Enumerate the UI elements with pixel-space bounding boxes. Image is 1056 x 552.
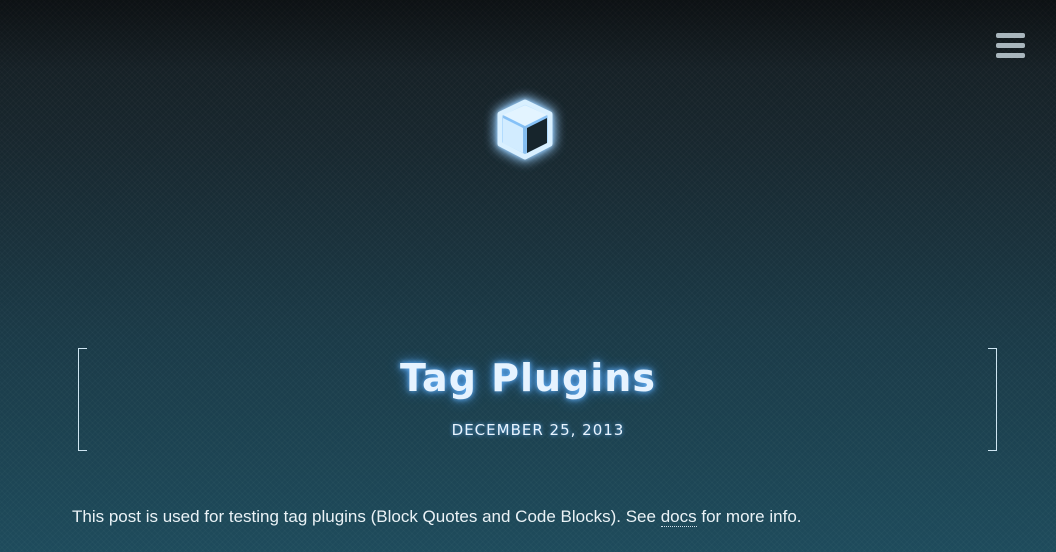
post-intro-text: This post is used for testing tag plugin…: [72, 507, 661, 526]
post-title: Tag Plugins: [400, 356, 656, 400]
header-shade: [0, 0, 1056, 70]
docs-link[interactable]: docs: [660, 507, 697, 527]
post-intro-text-end: for more info.: [696, 507, 802, 526]
hamburger-menu-icon: [996, 33, 1028, 58]
site-logo[interactable]: [492, 96, 558, 162]
post-date: DECEMBER 25, 2013: [451, 421, 625, 439]
post-intro: This post is used for testing tag plugin…: [72, 507, 802, 527]
cube-icon: [497, 99, 553, 160]
menu-button[interactable]: [996, 33, 1028, 59]
